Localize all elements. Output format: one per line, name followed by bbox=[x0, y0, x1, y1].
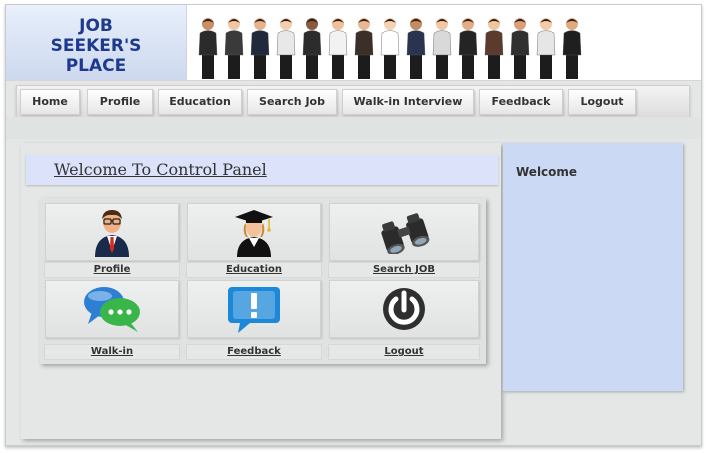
banner-person bbox=[250, 18, 270, 79]
site-header: JOB SEEKER'S PLACE bbox=[6, 5, 701, 81]
main-nav: Home Profile Education Search Job Walk-i… bbox=[16, 85, 690, 119]
banner-person bbox=[484, 18, 504, 79]
nav-logout[interactable]: Logout bbox=[568, 89, 636, 115]
control-panel-grid: Profile Education Search JOB Walk-in Fee… bbox=[40, 198, 486, 364]
binoculars-icon bbox=[381, 213, 430, 254]
banner-person bbox=[536, 18, 556, 79]
tile-logout[interactable] bbox=[329, 280, 479, 338]
banner-person bbox=[224, 18, 244, 79]
control-panel-header: Welcome To Control Panel bbox=[26, 155, 498, 185]
banner-person bbox=[198, 18, 218, 79]
control-panel-title[interactable]: Welcome To Control Panel bbox=[54, 160, 267, 179]
banner-person bbox=[380, 18, 400, 79]
nav-education[interactable]: Education bbox=[158, 89, 242, 115]
nav-feedback[interactable]: Feedback bbox=[479, 89, 563, 115]
logo-line-2: SEEKER'S bbox=[50, 36, 142, 56]
control-panel: Welcome To Control Panel Profile Educati… bbox=[21, 143, 501, 439]
tile-feedback[interactable] bbox=[187, 280, 321, 338]
logo-line-1: JOB bbox=[79, 16, 113, 36]
power-icon bbox=[383, 288, 425, 330]
profile-link[interactable]: Profile bbox=[44, 262, 180, 278]
banner-person bbox=[276, 18, 296, 79]
banner-person bbox=[432, 18, 452, 79]
search-job-link[interactable]: Search JOB bbox=[328, 262, 480, 278]
graduate-icon bbox=[235, 210, 273, 257]
banner-person bbox=[562, 18, 582, 79]
nav-home[interactable]: Home bbox=[20, 89, 80, 115]
tile-walk-in[interactable] bbox=[45, 280, 179, 338]
nav-search-job[interactable]: Search Job bbox=[247, 89, 337, 115]
education-link[interactable]: Education bbox=[186, 262, 322, 278]
banner-person bbox=[406, 18, 426, 79]
nav-walk-in-interview[interactable]: Walk-in Interview bbox=[342, 89, 474, 115]
site-logo[interactable]: JOB SEEKER'S PLACE bbox=[6, 5, 187, 80]
page-frame: JOB SEEKER'S PLACE Home Profile Educatio… bbox=[5, 4, 702, 446]
nav-profile[interactable]: Profile bbox=[87, 89, 153, 115]
banner-person bbox=[510, 18, 530, 79]
welcome-sidebar: Welcome bbox=[503, 143, 683, 391]
sub-nav-strip bbox=[6, 117, 701, 139]
banner-person bbox=[328, 18, 348, 79]
tile-search-job[interactable] bbox=[329, 203, 479, 261]
logout-link[interactable]: Logout bbox=[328, 344, 480, 360]
exclamation-bubble-icon bbox=[228, 287, 280, 333]
business-people-banner bbox=[198, 18, 582, 79]
banner-person bbox=[354, 18, 374, 79]
feedback-link[interactable]: Feedback bbox=[186, 344, 322, 360]
banner-person bbox=[458, 18, 478, 79]
businessman-icon bbox=[95, 210, 129, 257]
walk-in-link[interactable]: Walk-in bbox=[44, 344, 180, 360]
tile-profile[interactable] bbox=[45, 203, 179, 261]
chat-bubbles-icon bbox=[84, 287, 140, 332]
logo-line-3: PLACE bbox=[65, 56, 127, 76]
tile-education[interactable] bbox=[187, 203, 321, 261]
banner-person bbox=[302, 18, 322, 79]
sidebar-title: Welcome bbox=[516, 165, 578, 179]
